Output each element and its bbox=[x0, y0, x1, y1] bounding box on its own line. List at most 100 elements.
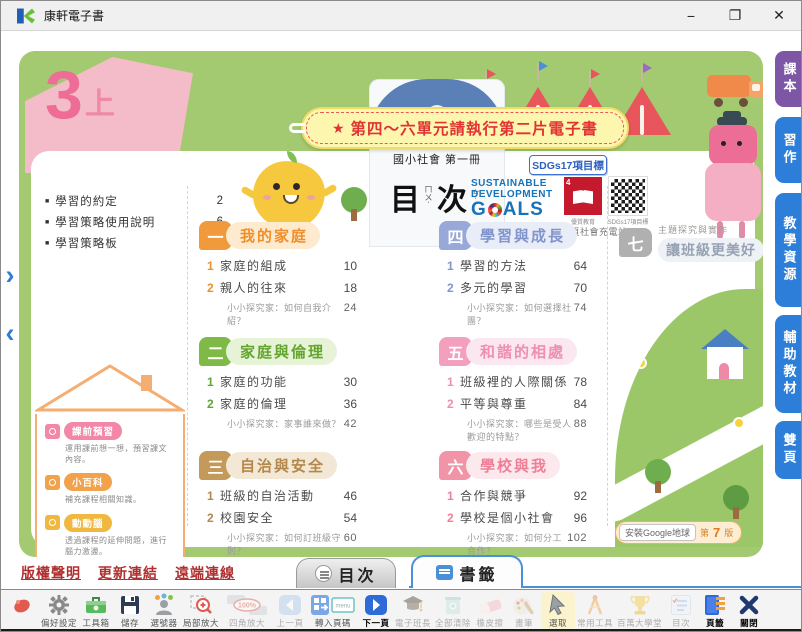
unit-1-title[interactable]: 我的家庭 bbox=[226, 222, 320, 249]
lesson-row[interactable]: 1 家庭的功能 30 bbox=[207, 373, 357, 390]
front-item-page: 2 bbox=[217, 195, 223, 207]
toolbar-number-picker[interactable]: 選號器 bbox=[147, 592, 181, 629]
unit-5-title[interactable]: 和諧的相處 bbox=[466, 338, 577, 365]
update-link[interactable]: 更新連結 bbox=[98, 563, 158, 583]
toolbar-toc[interactable]: 目次 bbox=[664, 592, 698, 629]
tab-double-page[interactable]: 雙頁 bbox=[775, 421, 802, 479]
copyright-link[interactable]: 版權聲明 bbox=[21, 563, 81, 583]
lesson-row[interactable]: 2 平等與尊重 84 bbox=[447, 395, 587, 412]
grade-number: 3 bbox=[45, 61, 83, 129]
explorer-row[interactable]: 小小探究家：哪些是受人歡迎的特點？ 88 bbox=[467, 417, 587, 443]
sdgs-logo: SUSTAINABLE DEVELOPMENT G ALS bbox=[471, 179, 553, 220]
unit-3-title[interactable]: 自治與安全 bbox=[226, 452, 337, 479]
front-matter-item[interactable]: ■ 學習策略使用說明 6 bbox=[45, 214, 223, 230]
toolbar-next-page[interactable]: 下一頁 bbox=[359, 592, 393, 629]
front-item-label: 學習的約定 bbox=[55, 193, 118, 209]
palette-brush-icon bbox=[511, 593, 537, 617]
lesson-row[interactable]: 2 多元的學習 70 bbox=[447, 279, 587, 296]
toolbar-clear-all[interactable]: 全部清除 bbox=[433, 592, 473, 629]
next-arrow[interactable]: › bbox=[2, 263, 18, 289]
front-matter-item[interactable]: ■ 學習的約定 2 bbox=[45, 193, 223, 209]
explorer-label: 小小探究家：哪些是受人歡迎的特點？ bbox=[467, 417, 574, 443]
sdgs-goals-button[interactable]: SDGs17項目標 bbox=[529, 155, 607, 175]
lesson-row[interactable]: 1 班級的自治活動 46 bbox=[207, 487, 357, 504]
explorer-row[interactable]: 小小探究家：如何自我介紹？ 24 bbox=[227, 301, 357, 327]
toolbar-select[interactable]: 選取 bbox=[541, 592, 575, 629]
lesson-row[interactable]: 2 家庭的倫理 36 bbox=[207, 395, 357, 412]
qr-code bbox=[609, 177, 647, 215]
explorer-row[interactable]: 小小探究家：如何訂班級守則？ 60 bbox=[227, 531, 357, 557]
legend-desc: 透過課程的延伸問題，進行腦力激盪。 bbox=[65, 535, 175, 557]
unit-7-title[interactable]: 讓班級更美好 bbox=[658, 238, 763, 262]
title-bar: 康軒電子書 − ❐ ✕ bbox=[1, 1, 801, 31]
toolbar-eraser[interactable]: 橡皮擦 bbox=[473, 592, 507, 629]
toolbar-goto-page[interactable]: menu 轉入頁碼 bbox=[307, 592, 359, 629]
explorer-row[interactable]: 小小探究家：如何選擇社團？ 74 bbox=[467, 301, 587, 327]
close-button[interactable]: ✕ bbox=[757, 1, 801, 31]
prev-arrow[interactable]: ‹ bbox=[2, 321, 18, 347]
lesson-row[interactable]: 1 家庭的組成 10 bbox=[207, 257, 357, 274]
tab-auxiliary-materials[interactable]: 輔助教材 bbox=[775, 315, 802, 413]
lesson-number: 1 bbox=[207, 259, 220, 273]
toolbar-close[interactable]: 關閉 bbox=[732, 592, 766, 629]
tab-teaching-resources[interactable]: 教學資源 bbox=[775, 193, 802, 307]
unit-3: 三 自治與安全 1 班級的自治活動 46 2 校園安全 54 小小探究家：如何訂… bbox=[199, 451, 357, 557]
book-series: 國小社會 第一冊 bbox=[369, 151, 505, 167]
book-icon bbox=[573, 190, 593, 204]
explorer-page: 74 bbox=[574, 302, 587, 314]
remote-connect-link[interactable]: 遠端連線 bbox=[175, 563, 235, 583]
lesson-page: 78 bbox=[574, 375, 587, 389]
lesson-row[interactable]: 1 班級裡的人際關係 78 bbox=[447, 373, 587, 390]
toolbar-stamp[interactable] bbox=[5, 592, 39, 617]
toolbar-save[interactable]: 儲存 bbox=[113, 592, 147, 629]
bottom-tab-bookmark[interactable]: 書籤 bbox=[411, 555, 523, 588]
toolbar-prev-page[interactable]: 上一頁 bbox=[273, 592, 307, 629]
number-picker-icon bbox=[151, 593, 177, 617]
toolbar-zoom-corner[interactable]: 100% 四角放大 bbox=[221, 592, 273, 629]
google-earth-note: 安裝Google地球 第 7 版 bbox=[615, 521, 742, 544]
toolbar-quiz[interactable]: 百萬大學堂 bbox=[615, 592, 664, 629]
toolbar-brush[interactable]: 畫筆 bbox=[507, 592, 541, 629]
toolbar-preferences[interactable]: 偏好設定 bbox=[39, 592, 79, 629]
unit-7-subtitle: 主題探究與實作 bbox=[658, 223, 763, 236]
toolbar-toolbox[interactable]: 工具箱 bbox=[79, 592, 113, 629]
tab-workbook[interactable]: 習作 bbox=[775, 117, 802, 183]
unit-4-title[interactable]: 學習與成長 bbox=[466, 222, 577, 249]
lesson-row[interactable]: 2 校園安全 54 bbox=[207, 509, 357, 526]
sdg4-education-badge: 4 bbox=[564, 177, 602, 215]
toolbar-common-tools[interactable]: 常用工具 bbox=[575, 592, 615, 629]
lesson-row[interactable]: 2 學校是個小社會 96 bbox=[447, 509, 587, 526]
bottom-tab-toc[interactable]: 目次 bbox=[296, 558, 396, 588]
lesson-page: 84 bbox=[574, 397, 587, 411]
front-matter-item[interactable]: ■ 學習策略板 25 bbox=[45, 235, 223, 251]
tab-textbook[interactable]: 課本 bbox=[775, 51, 802, 107]
explorer-row[interactable]: 小小探究家：如何分工合作？ 102 bbox=[467, 531, 587, 557]
lesson-row[interactable]: 1 學習的方法 64 bbox=[447, 257, 587, 274]
legend-label: 動動腦 bbox=[64, 514, 112, 532]
legend-item-wiki: 小百科 補充課程相關知識。 bbox=[45, 473, 175, 505]
lesson-number: 1 bbox=[207, 375, 220, 389]
explorer-row[interactable]: 小小探究家：家事誰來做？ 42 bbox=[227, 417, 357, 430]
bullet-icon: ■ bbox=[45, 219, 50, 226]
lesson-row[interactable]: 2 親人的往來 18 bbox=[207, 279, 357, 296]
minimize-button[interactable]: − bbox=[669, 1, 713, 31]
lesson-title: 學習的方法 bbox=[460, 257, 528, 274]
toolbar-class-leader[interactable]: 電子班長 bbox=[393, 592, 433, 629]
unit-2-title[interactable]: 家庭與倫理 bbox=[226, 338, 337, 365]
unit-6-title[interactable]: 學校與我 bbox=[466, 452, 560, 479]
explorer-label: 小小探究家：如何自我介紹？ bbox=[227, 301, 344, 327]
maximize-button[interactable]: ❐ bbox=[713, 1, 757, 31]
next-page-icon bbox=[363, 593, 389, 617]
toolbar-page-tabs[interactable]: 頁籤 bbox=[698, 592, 732, 629]
house-roof-decoration bbox=[35, 363, 185, 413]
legend-item-preview: 課前預習 運用課前想一想，預習課文內容。 bbox=[45, 422, 175, 465]
lesson-title: 校園安全 bbox=[220, 509, 274, 526]
sdgs-logo-line1: SUSTAINABLE bbox=[471, 179, 553, 190]
toolbar-zoom-area[interactable]: 局部放大 bbox=[181, 592, 221, 629]
explorer-page: 60 bbox=[344, 532, 357, 544]
toolbar-label: 四角放大 bbox=[229, 617, 265, 629]
close-x-icon bbox=[736, 593, 762, 617]
lesson-row[interactable]: 1 合作與競爭 92 bbox=[447, 487, 587, 504]
lesson-page: 10 bbox=[344, 259, 357, 273]
toc-tab-icon bbox=[315, 565, 332, 582]
